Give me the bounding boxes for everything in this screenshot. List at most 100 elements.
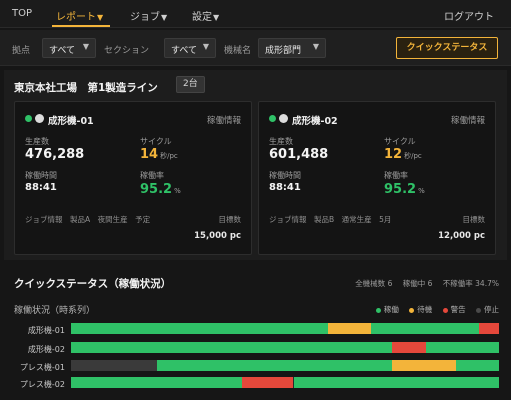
nav-item-settings[interactable]: 設定▼ [192, 8, 219, 23]
timeline-segment-running [294, 377, 499, 388]
timeline-row-label: 成形機-01 [27, 326, 65, 335]
timeline-segment-running [157, 360, 392, 371]
legend-dot-icon [409, 307, 415, 313]
quick-status-title: クイックステータス（稼働状況） [14, 278, 172, 290]
legend-label: 待機 [417, 305, 433, 314]
timeline-segment-stopped [71, 360, 157, 371]
production-value: 476,288 [25, 147, 85, 162]
timeline-bar[interactable] [71, 342, 499, 353]
uptime-label: 稼働時間 [25, 171, 57, 180]
logout-link[interactable]: ログアウト [444, 8, 494, 23]
chevron-down-icon: ▼ [312, 42, 319, 51]
nav-item-label: ジョブ [130, 12, 160, 23]
status-dot-icon [25, 115, 32, 122]
timeline-row-label: プレス機-02 [19, 380, 65, 389]
machine-dot-icon [35, 114, 44, 123]
machine-card-02[interactable]: 成形機-02 稼働情報 生産数 601,488 サイクル 12 秒/pc 稼働時間… [258, 101, 496, 255]
timeline-segment-running [71, 377, 242, 388]
timeline-segment-alarm [392, 342, 426, 353]
cycle-value: 14 秒/pc [140, 147, 178, 162]
machine-status-label: 稼働情報 [206, 116, 241, 126]
timeline-segment-running [426, 342, 499, 353]
location-label: 拠点 [12, 46, 31, 56]
nav-item-label: レポート [56, 12, 96, 23]
machine-label: 機械名 [224, 46, 252, 56]
rate-unit: % [174, 187, 181, 195]
timeline-label: 稼働状況（時系列） [14, 306, 96, 316]
cycle-label: サイクル [140, 137, 172, 146]
timeline-legend: 稼働 待機 警告 停止 [368, 304, 499, 315]
nav-item-top[interactable]: TOP [12, 8, 32, 19]
target-value: 15,000 pc [194, 231, 241, 241]
section-select[interactable]: すべて ▼ [164, 38, 216, 58]
line-panel: 東京本社工場 第1製造ライン 2台 成形機-01 稼働情報 生産数 476,28… [4, 70, 507, 260]
line-title: 東京本社工場 第1製造ライン [14, 82, 158, 94]
rate-unit: % [418, 187, 425, 195]
timeline-bar[interactable] [71, 377, 499, 388]
machine-count-badge: 2台 [176, 76, 205, 93]
nav-item-job[interactable]: ジョブ▼ [130, 8, 167, 23]
timeline-segment-running [71, 342, 392, 353]
timeline-bar[interactable] [71, 360, 499, 371]
uptime-value: 88:41 [269, 182, 301, 193]
job-info: ジョブ情報 製品A 夜間生産 予定 [25, 215, 151, 224]
cycle-unit: 秒/pc [404, 152, 422, 160]
cycle-unit: 秒/pc [160, 152, 178, 160]
chevron-down-icon: ▼ [161, 13, 168, 22]
nonrunning-rate: 不稼働率 34.7% [442, 279, 499, 288]
quick-status-button[interactable]: クイックステータス [396, 37, 498, 59]
machine-name: 成形機-01 [48, 116, 94, 127]
timeline-segment-running [71, 323, 328, 334]
machine-status-label: 稼働情報 [450, 116, 485, 126]
timeline-row-label: プレス機-01 [19, 363, 65, 372]
machine-select-value: 成形部門 [265, 46, 302, 56]
timeline-row-label: 成形機-02 [27, 345, 65, 354]
running-machines: 稼働中 6 [402, 279, 433, 288]
section-label: セクション [104, 46, 150, 56]
legend-item: 警告 [442, 305, 466, 314]
nav-item-label: 設定 [192, 12, 212, 23]
job-info: ジョブ情報 製品B 通常生産 5月 [269, 215, 392, 224]
rate-label: 稼働率 [384, 171, 408, 180]
machine-select[interactable]: 成形部門 ▼ [258, 38, 326, 58]
chevron-down-icon: ▼ [97, 13, 104, 22]
top-nav: TOP レポート▼ ジョブ▼ 設定▼ ログアウト [0, 0, 511, 28]
machine-name: 成形機-02 [292, 116, 338, 127]
legend-item: 稼働 [375, 305, 399, 314]
timeline-segment-running [456, 360, 499, 371]
nav-item-report[interactable]: レポート▼ [56, 8, 103, 23]
legend-dot-icon [442, 307, 448, 313]
timeline-segment-waiting [392, 360, 456, 371]
cycle-label: サイクル [384, 137, 416, 146]
active-tab-indicator [52, 25, 110, 27]
rate-value: 95.2% [384, 182, 425, 197]
total-machines: 全機械数 6 [355, 279, 393, 288]
legend-dot-icon [476, 307, 481, 313]
production-label: 生産数 [269, 137, 293, 146]
timeline-bar[interactable] [71, 323, 499, 334]
section-select-value: すべて [171, 46, 198, 56]
machine-card-01[interactable]: 成形機-01 稼働情報 生産数 476,288 サイクル 14 秒/pc 稼働時間… [14, 101, 252, 255]
location-select-value: すべて [49, 46, 76, 56]
timeline-row: プレス機-02 [0, 377, 511, 391]
cycle-number: 12 [384, 147, 403, 162]
target-value: 12,000 pc [438, 231, 485, 241]
chevron-down-icon: ▼ [202, 42, 209, 51]
cycle-value: 12 秒/pc [384, 147, 422, 162]
rate-number: 95.2 [140, 182, 173, 197]
uptime-label: 稼働時間 [269, 171, 301, 180]
rate-number: 95.2 [384, 182, 417, 197]
location-select[interactable]: すべて ▼ [42, 38, 96, 58]
timeline-row: 成形機-01 [0, 323, 511, 337]
target-label: 目標数 [218, 215, 242, 224]
timeline-row: プレス機-01 [0, 360, 511, 374]
quick-status-stats: 全機械数 6 稼働中 6 不稼働率 34.7% [347, 278, 499, 289]
filter-bar: 拠点 すべて ▼ セクション すべて ▼ 機械名 成形部門 ▼ クイックステータス [0, 30, 511, 66]
chevron-down-icon: ▼ [213, 13, 220, 22]
rate-label: 稼働率 [140, 171, 164, 180]
chevron-down-icon: ▼ [82, 42, 89, 51]
legend-label: 警告 [450, 305, 466, 314]
timeline-segment-alarm [242, 377, 293, 388]
timeline-segment-alarm [479, 323, 499, 334]
timeline-row: 成形機-02 [0, 342, 511, 356]
